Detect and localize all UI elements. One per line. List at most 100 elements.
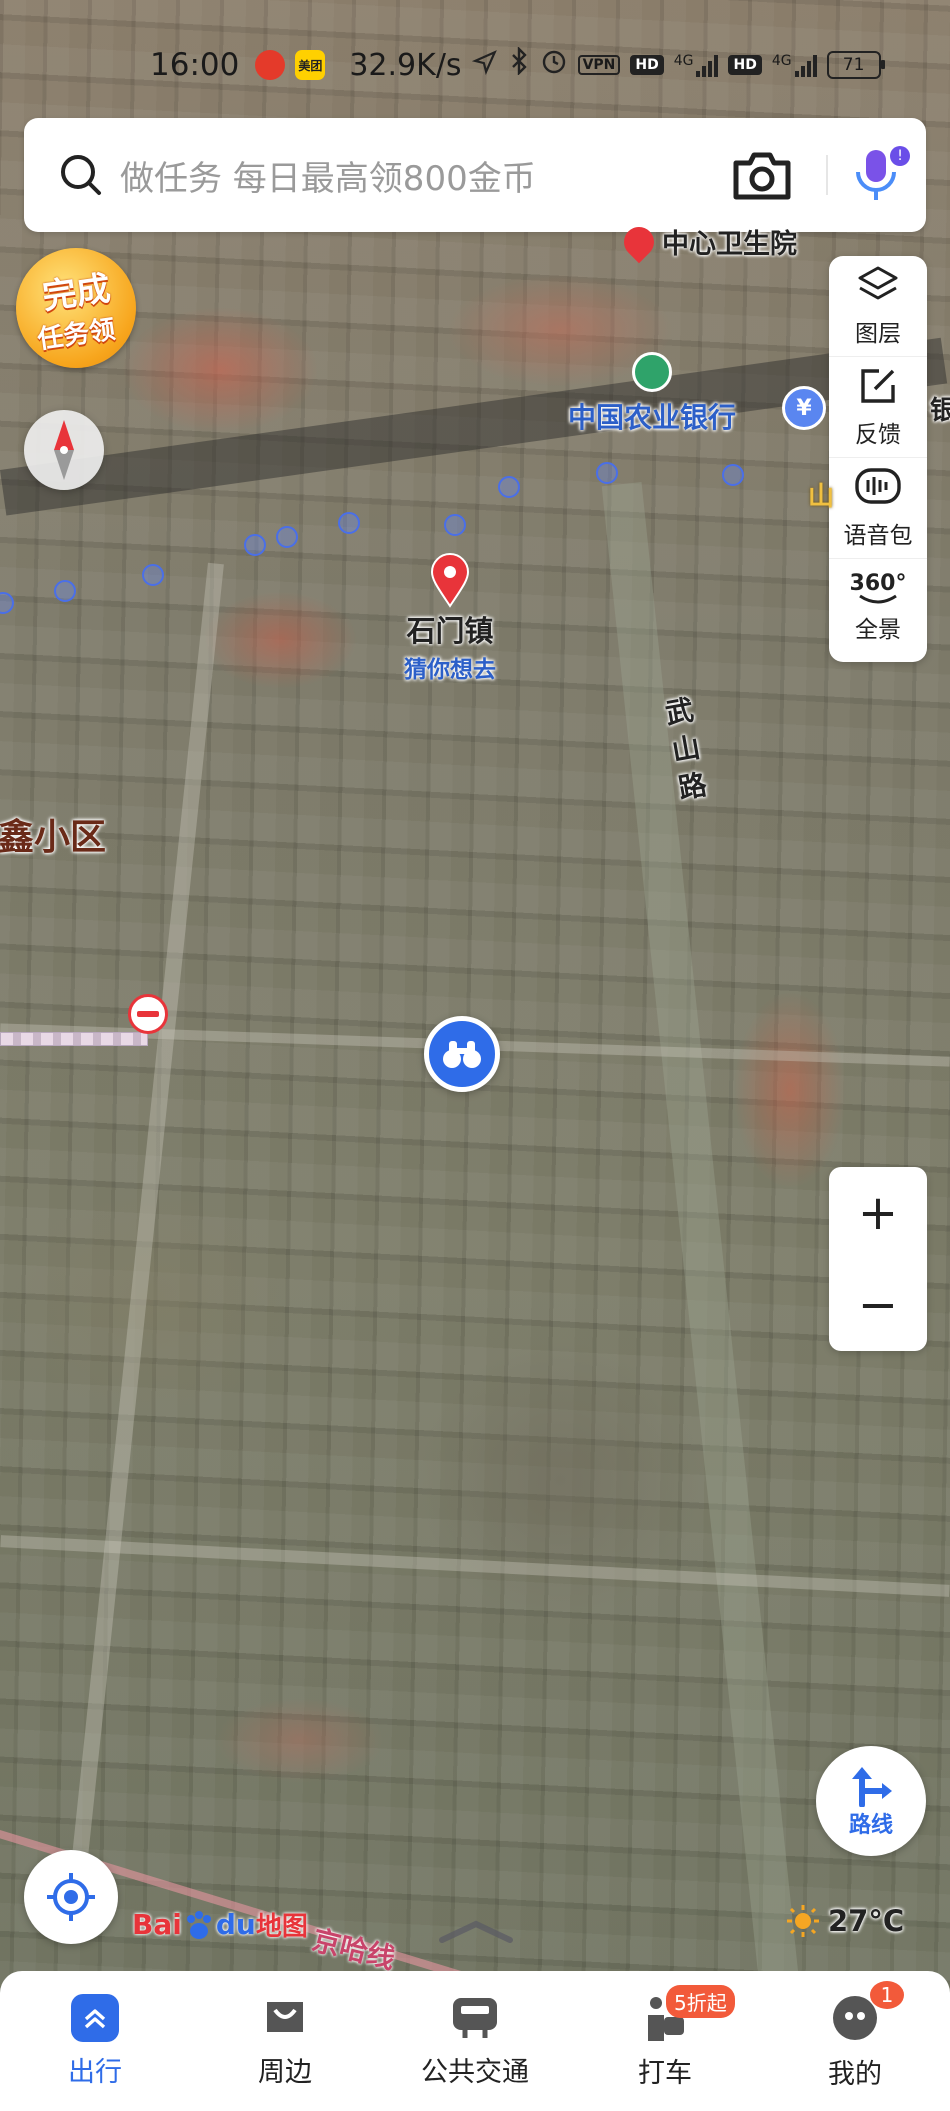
selected-place-marker[interactable]: 石门镇 猜你想去 [404,552,496,684]
zoom-out-button[interactable]: − [829,1259,927,1351]
status-time: 16:00 [150,47,240,83]
bank-label: 中国农业银行 [568,401,737,434]
bottom-tab-bar: 出行 周边 公共交通 5折起 打车 1 我的 [0,1971,950,2111]
route-dot [338,512,360,534]
locate-button[interactable] [24,1850,118,1944]
hd-indicator-2: HD [728,55,762,75]
signal-icon-2: 4G [772,53,817,77]
search-icon [58,152,104,198]
chevron-up-icon [436,1918,516,1944]
voice-assistant-icon[interactable]: ! [850,144,910,206]
divider [826,155,828,195]
pinduoduo-icon [255,50,286,80]
search-placeholder[interactable]: 做任务 每日最高领800金币 [120,151,732,200]
tab-taxi[interactable]: 5折起 打车 [570,1971,760,2111]
bank-poi-2[interactable]: ¥ [782,386,826,430]
brand-du: du [215,1908,256,1941]
bank-icon [632,352,672,392]
tab-nearby[interactable]: 周边 [190,1971,380,2111]
layers-button[interactable]: 图层 [829,256,927,356]
search-bar[interactable]: 做任务 每日最高领800金币 ! [24,118,926,232]
minus-icon: − [857,1277,899,1333]
panorama-360-icon: 360° [849,571,907,606]
sun-icon [786,1904,820,1938]
route-dot [444,514,466,536]
feedback-button[interactable]: 反馈 [829,356,927,457]
yuan-icon: ¥ [796,395,812,421]
tab-taxi-label: 打车 [638,2057,692,2089]
notification-dot: ! [890,146,910,166]
closed-road-line [0,1032,148,1046]
bank-poi[interactable]: 中国农业银行 [568,352,736,436]
route-dot [276,526,298,548]
zoom-control: + − [829,1167,927,1351]
task-reward-badge[interactable]: 完成 任务领 [16,248,136,368]
tab-transit[interactable]: 公共交通 [380,1971,570,2111]
binoculars-icon [441,1038,483,1070]
vpn-indicator: VPN [577,55,621,75]
map-tools-panel: 图层 反馈 语音包 360° 全景 [829,256,927,662]
route-dot [722,464,744,486]
route-dot [54,580,76,602]
place-subtitle: 猜你想去 [404,657,496,683]
panorama-button[interactable]: 360° 全景 [829,558,927,659]
bluetooth-icon [508,46,530,83]
camera-icon[interactable] [732,149,792,201]
plus-icon: + [857,1185,899,1241]
battery-level: 71 [842,55,865,75]
feedback-label: 反馈 [855,422,901,448]
network-type: 4G [673,53,694,69]
alarm-icon [540,47,568,83]
route-label: 路线 [848,1813,893,1838]
partial-road-label: 山 [808,482,835,512]
compass-button[interactable] [24,410,104,490]
tab-travel[interactable]: 出行 [0,1971,190,2111]
compass-icon [44,418,84,482]
route-dot [142,564,164,586]
district-label: 鑫小区 [0,817,107,858]
weather-widget[interactable]: 27°C [786,1904,904,1938]
route-button[interactable]: 路线 [816,1746,926,1856]
pin-icon [428,552,472,608]
voice-pack-button[interactable]: 语音包 [829,457,927,558]
route-dot [244,534,266,556]
route-dot [596,462,618,484]
nearby-icon [261,1994,309,2042]
place-name: 石门镇 [406,614,494,648]
locate-icon [45,1871,97,1923]
battery-icon: 71 [826,51,885,79]
layers-label: 图层 [855,321,901,347]
tab-travel-label: 出行 [68,2056,122,2088]
location-icon [471,48,498,83]
taxi-discount-badge: 5折起 [666,1985,735,2018]
bank-partial-label: 银 [930,396,950,426]
tab-mine[interactable]: 1 我的 [760,1971,950,2111]
route-arrow-icon [848,1763,894,1807]
clinic-poi[interactable]: 中心卫生院 [617,220,797,263]
baidu-map-logo: Bai du 地图 [132,1906,308,1943]
weather-temperature: 27°C [828,1904,905,1938]
clinic-icon [617,220,661,263]
panorama-360-text: 360° [849,571,907,596]
hd-indicator: HD [630,55,664,75]
meituan-icon: 美团 [295,50,326,80]
bus-icon [449,1994,501,2042]
feedback-icon [857,365,899,411]
voice-pack-icon [853,466,903,512]
no-entry-icon [128,994,168,1034]
tab-nearby-label: 周边 [258,2056,312,2088]
tab-mine-label: 我的 [828,2058,882,2090]
street-view-marker[interactable] [424,1016,500,1092]
panorama-label: 全景 [855,617,901,643]
zoom-in-button[interactable]: + [829,1167,927,1259]
layers-icon [856,264,900,310]
travel-icon [71,1993,119,2042]
brand-bai: Bai [132,1908,182,1941]
tab-transit-label: 公共交通 [421,2056,529,2088]
network-type-2: 4G [771,53,792,69]
pull-up-handle[interactable] [436,1918,516,1944]
route-dot [498,476,520,498]
voice-pack-label: 语音包 [843,523,913,549]
paw-icon [183,1909,215,1941]
clinic-label: 中心卫生院 [662,229,797,260]
